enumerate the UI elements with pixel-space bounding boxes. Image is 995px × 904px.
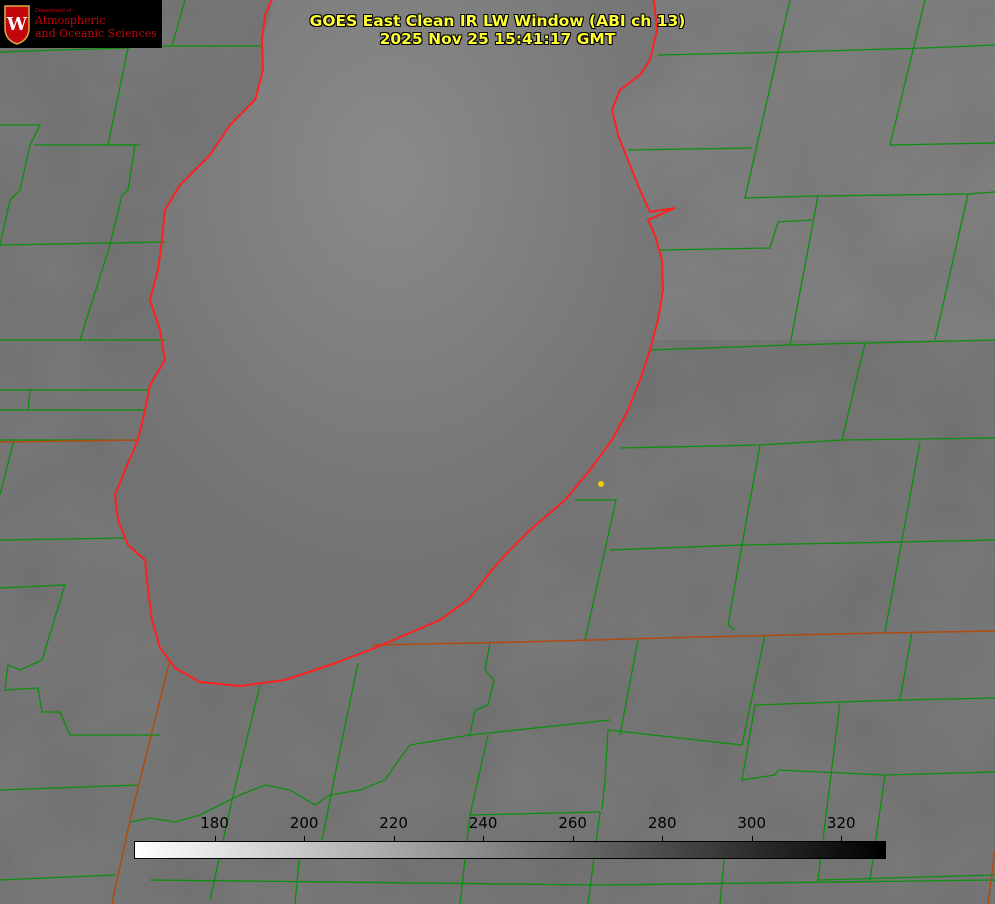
colorbar-tick-mark bbox=[572, 836, 574, 841]
colorbar-tick-label: 300 bbox=[737, 814, 767, 832]
station-dot-icon bbox=[598, 481, 604, 487]
colorbar-tick-mark bbox=[751, 836, 753, 841]
image-title: GOES East Clean IR LW Window (ABI ch 13) bbox=[309, 12, 686, 30]
colorbar-tick-mark bbox=[304, 836, 306, 841]
colorbar-tick-label: 240 bbox=[468, 814, 498, 832]
colorbar-tick-label: 200 bbox=[289, 814, 319, 832]
colorbar-tick-mark bbox=[483, 836, 485, 841]
colorbar-tick-label: 220 bbox=[379, 814, 408, 832]
satellite-image bbox=[0, 0, 995, 904]
colorbar-tick-label: 320 bbox=[826, 814, 856, 832]
colorbar-tick-mark bbox=[841, 836, 843, 841]
colorbar-tick-label: 260 bbox=[558, 814, 587, 832]
colorbar bbox=[134, 841, 886, 859]
colorbar-tick-mark bbox=[662, 836, 664, 841]
colorbar-tick-mark bbox=[393, 836, 395, 841]
colorbar-tick-label: 280 bbox=[647, 814, 677, 832]
image-timestamp: 2025 Nov 25 15:41:17 GMT bbox=[379, 30, 616, 48]
colorbar-tick-mark bbox=[214, 836, 216, 841]
colorbar-tick-label: 180 bbox=[200, 814, 229, 832]
